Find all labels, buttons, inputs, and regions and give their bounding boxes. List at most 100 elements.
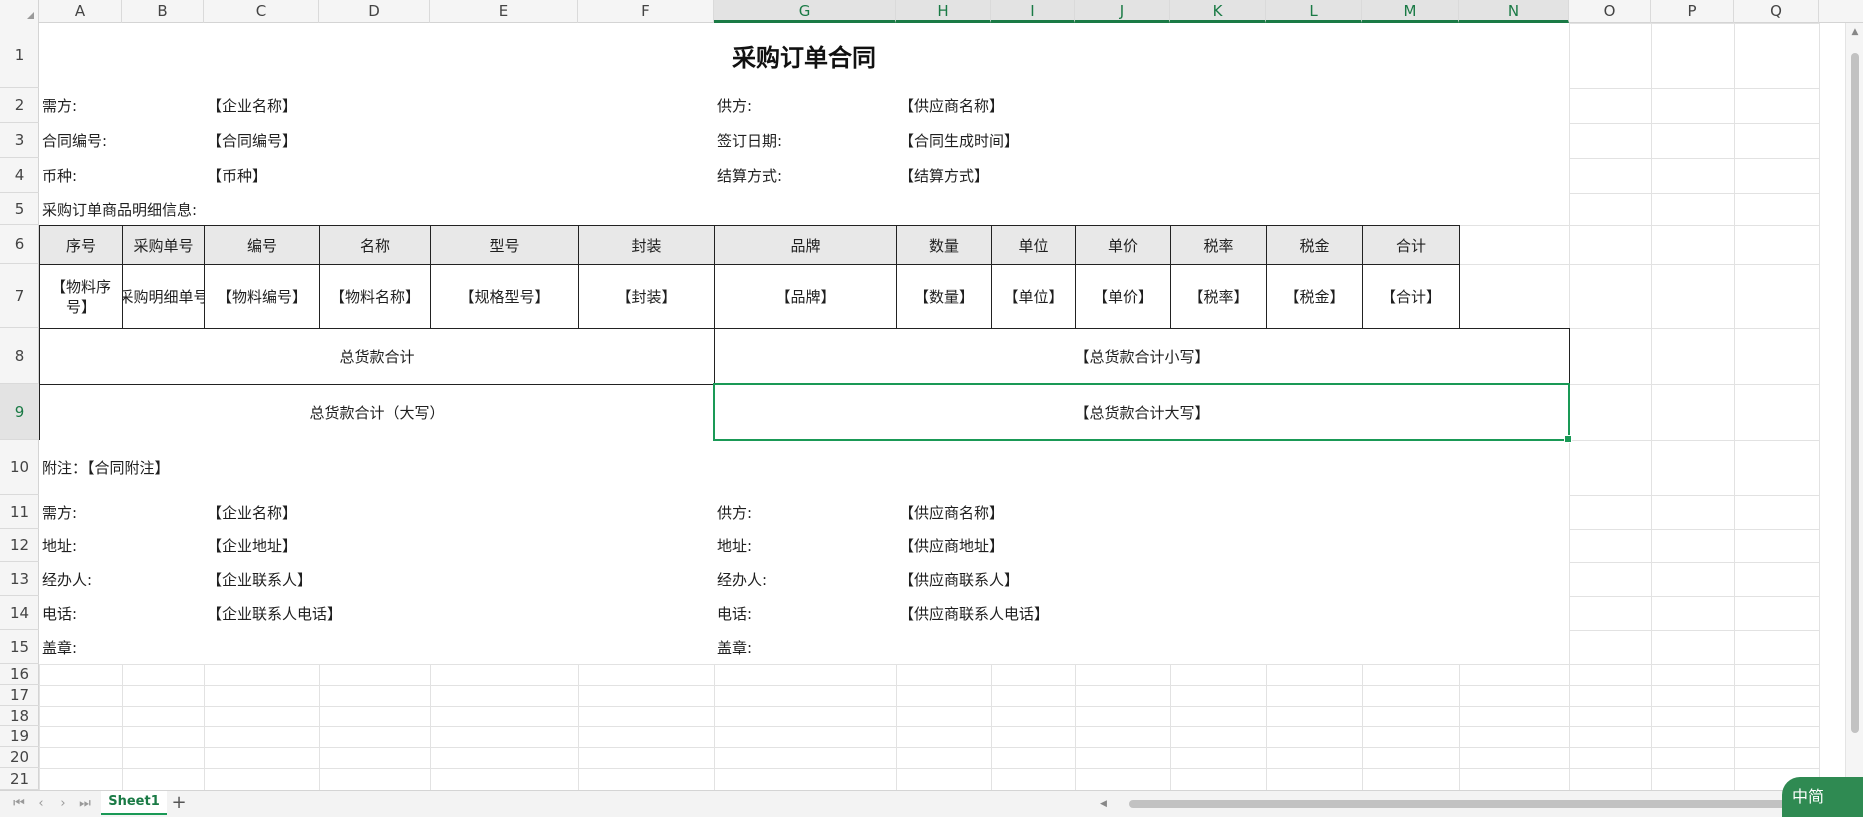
row-header-8[interactable]: 8 [0, 328, 39, 384]
cell-r13-g[interactable]: 经办人: [714, 562, 896, 596]
details-caption[interactable]: 采购订单商品明细信息: [39, 193, 1569, 225]
table-header-cell[interactable]: 编号 [204, 225, 320, 265]
cell-r4-a[interactable]: 币种: [39, 158, 204, 193]
cell-r2-a[interactable]: 需方: [39, 88, 204, 123]
cell-r3-g[interactable]: 签订日期: [714, 123, 896, 158]
cell-r15-c[interactable] [204, 630, 714, 664]
cell-r13-c[interactable]: 【企业联系人】 [204, 562, 714, 596]
column-header-f[interactable]: F [578, 0, 714, 23]
cell-r13-h[interactable]: 【供应商联系人】 [896, 562, 1569, 596]
horizontal-scrollbar[interactable]: ◀ [1096, 795, 1846, 813]
cell-r2-g[interactable]: 供方: [714, 88, 896, 123]
table-header-cell[interactable]: 数量 [896, 225, 992, 265]
table-data-cell[interactable]: 【物料编号】 [204, 264, 320, 329]
table-data-cell[interactable]: 【单价】 [1075, 264, 1171, 329]
table-data-cell[interactable]: 【物料名称】 [319, 264, 431, 329]
scroll-up-icon[interactable]: ▲ [1850, 27, 1860, 37]
select-all-corner[interactable] [0, 0, 39, 23]
row-header-5[interactable]: 5 [0, 193, 39, 225]
horizontal-scroll-thumb[interactable] [1129, 800, 1841, 808]
total-value[interactable]: 【总货款合计小写】 [714, 328, 1570, 385]
cell-r3-a[interactable]: 合同编号: [39, 123, 204, 158]
row-header-11[interactable]: 11 [0, 495, 39, 529]
row-header-13[interactable]: 13 [0, 562, 39, 596]
cell-r15-g[interactable]: 盖章: [714, 630, 896, 664]
row-header-6[interactable]: 6 [0, 225, 39, 264]
column-header-d[interactable]: D [319, 0, 430, 23]
column-header-a[interactable]: A [39, 0, 122, 23]
cell-r12-a[interactable]: 地址: [39, 529, 204, 562]
table-data-cell[interactable]: 【品牌】 [714, 264, 897, 329]
row-header-16[interactable]: 16 [0, 664, 39, 685]
row-header-19[interactable]: 19 [0, 726, 39, 747]
cell-r3-h[interactable]: 【合同生成时间】 [896, 123, 1569, 158]
column-header-c[interactable]: C [204, 0, 319, 23]
column-header-bar[interactable]: ABCDEFGHIJKLMNOPQ [0, 0, 1863, 23]
table-header-cell[interactable]: 序号 [39, 225, 123, 265]
row-header-21[interactable]: 21 [0, 768, 39, 790]
table-header-cell[interactable]: 名称 [319, 225, 431, 265]
cell-r12-c[interactable]: 【企业地址】 [204, 529, 714, 562]
row-header-10[interactable]: 10 [0, 440, 39, 495]
last-sheet-icon[interactable]: ⏭ [76, 795, 94, 813]
scroll-left-icon[interactable]: ◀ [1100, 799, 1107, 809]
row-header-1[interactable]: 1 [0, 23, 39, 88]
table-data-cell[interactable]: 【数量】 [896, 264, 992, 329]
total-label[interactable]: 总货款合计 [39, 328, 715, 385]
column-header-h[interactable]: H [896, 0, 991, 23]
cell-r2-h[interactable]: 【供应商名称】 [896, 88, 1569, 123]
cell-r12-h[interactable]: 【供应商地址】 [896, 529, 1569, 562]
ime-indicator[interactable]: 中简 [1782, 777, 1863, 817]
row-header-3[interactable]: 3 [0, 123, 39, 158]
cell-r4-g[interactable]: 结算方式: [714, 158, 896, 193]
table-data-cell[interactable]: 【税金】 [1266, 264, 1363, 329]
total-uppercase-label[interactable]: 总货款合计（大写） [39, 384, 715, 441]
cell-r4-h[interactable]: 【结算方式】 [896, 158, 1569, 193]
cell-r15-h[interactable] [896, 630, 1569, 664]
first-sheet-icon[interactable]: ⏮ [10, 795, 28, 813]
table-data-cell[interactable]: 【采购明细单号】 [122, 264, 205, 329]
row-header-17[interactable]: 17 [0, 685, 39, 706]
cell-r2-c[interactable]: 【企业名称】 [204, 88, 714, 123]
table-header-cell[interactable]: 税率 [1170, 225, 1267, 265]
table-data-cell[interactable]: 【合计】 [1362, 264, 1460, 329]
table-data-cell[interactable]: 【物料序号】 [39, 264, 123, 329]
table-data-cell[interactable]: 【单位】 [991, 264, 1076, 329]
column-header-e[interactable]: E [430, 0, 578, 23]
table-header-cell[interactable]: 封装 [578, 225, 715, 265]
row-header-12[interactable]: 12 [0, 529, 39, 562]
table-header-cell[interactable]: 采购单号 [122, 225, 205, 265]
row-header-bar[interactable]: 1 2 3 4 5 6 7 8 9 10 11 12 13 14 15 16 17 18 19 20 21 [0, 23, 39, 790]
spreadsheet[interactable]: 采购订单合同 需方: 【企业名称】 供方: 【供应商名称】 合同编号: 【合同编号】 签订日期… [0, 0, 1863, 790]
contract-title[interactable]: 采购订单合同 [39, 23, 1569, 88]
table-data-cell[interactable]: 【规格型号】 [430, 264, 579, 329]
column-header-p[interactable]: P [1651, 0, 1734, 23]
column-header-m[interactable]: M [1362, 0, 1459, 23]
row-header-7[interactable]: 7 [0, 264, 39, 328]
column-header-j[interactable]: J [1075, 0, 1170, 23]
cell-r11-g[interactable]: 供方: [714, 495, 896, 529]
cell-r14-a[interactable]: 电话: [39, 596, 204, 630]
cell-r14-g[interactable]: 电话: [714, 596, 896, 630]
table-header-cell[interactable]: 合计 [1362, 225, 1460, 265]
row-header-20[interactable]: 20 [0, 747, 39, 768]
column-header-b[interactable]: B [122, 0, 204, 23]
add-sheet-button[interactable]: + [169, 793, 189, 813]
cell-r11-a[interactable]: 需方: [39, 495, 204, 529]
total-uppercase-value[interactable]: 【总货款合计大写】 [714, 384, 1570, 441]
column-header-o[interactable]: O [1569, 0, 1651, 23]
vertical-scroll-thumb[interactable] [1851, 53, 1859, 733]
vertical-scrollbar[interactable]: ▲ [1845, 23, 1863, 790]
column-header-l[interactable]: L [1266, 0, 1362, 23]
remark-cell[interactable]: 附注：【合同附注】 [39, 440, 1569, 495]
cell-r11-h[interactable]: 【供应商名称】 [896, 495, 1569, 529]
table-header-cell[interactable]: 型号 [430, 225, 579, 265]
cell-r14-h[interactable]: 【供应商联系人电话】 [896, 596, 1569, 630]
cell-r13-a[interactable]: 经办人: [39, 562, 204, 596]
column-header-i[interactable]: I [991, 0, 1075, 23]
column-header-q[interactable]: Q [1734, 0, 1819, 23]
sheet-tab[interactable]: Sheet1 [101, 791, 167, 815]
row-header-14[interactable]: 14 [0, 596, 39, 630]
table-header-cell[interactable]: 税金 [1266, 225, 1363, 265]
cell-r3-c[interactable]: 【合同编号】 [204, 123, 714, 158]
